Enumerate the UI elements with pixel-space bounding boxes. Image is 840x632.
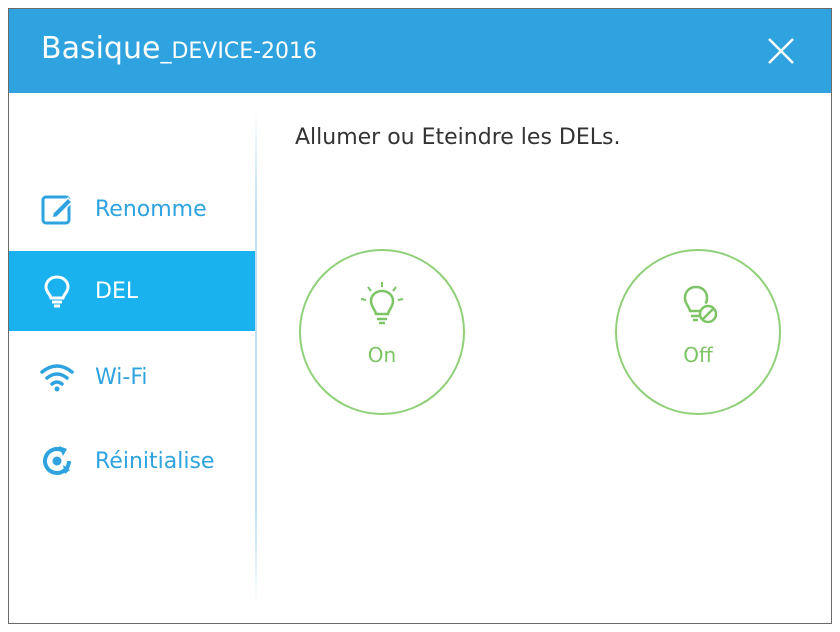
close-icon: [768, 38, 794, 64]
lightbulb-icon: [37, 271, 77, 311]
led-instruction-text: Allumer ou Eteindre les DELs.: [295, 125, 621, 150]
reset-icon: [37, 441, 77, 481]
sidebar-item-label: Renomme: [95, 196, 207, 222]
close-button[interactable]: [767, 37, 795, 65]
led-off-button[interactable]: Off: [615, 249, 781, 415]
led-off-label: Off: [683, 343, 713, 367]
led-on-label: On: [367, 343, 397, 367]
sidebar-item-label: Wi-Fi: [95, 364, 148, 390]
sidebar-item-reinitialise[interactable]: Réinitialise: [9, 421, 257, 501]
sidebar-item-wifi[interactable]: Wi-Fi: [9, 337, 257, 417]
led-on-button[interactable]: On: [299, 249, 465, 415]
lightbulb-on-icon: [360, 282, 404, 325]
sidebar-item-label: DEL: [95, 278, 139, 304]
sidebar-item-del[interactable]: DEL: [9, 251, 257, 331]
led-settings-dialog: Basique_DEVICE-2016 Renomme DEL Wi-Fi Ré…: [8, 8, 832, 624]
window-title-device: _DEVICE-2016: [160, 39, 318, 64]
edit-icon: [37, 189, 77, 229]
lightbulb-off-icon: [683, 285, 718, 324]
sidebar-item-renomme[interactable]: Renomme: [9, 169, 257, 249]
window-title-main: Basique: [41, 31, 161, 66]
sidebar-item-label: Réinitialise: [95, 448, 215, 474]
title-bar: Basique_DEVICE-2016: [9, 9, 831, 93]
sidebar-divider: [255, 109, 257, 609]
sidebar: Renomme DEL Wi-Fi Réinitialise: [9, 93, 257, 623]
window-title: Basique_DEVICE-2016: [41, 31, 317, 66]
wifi-icon: [37, 357, 77, 397]
